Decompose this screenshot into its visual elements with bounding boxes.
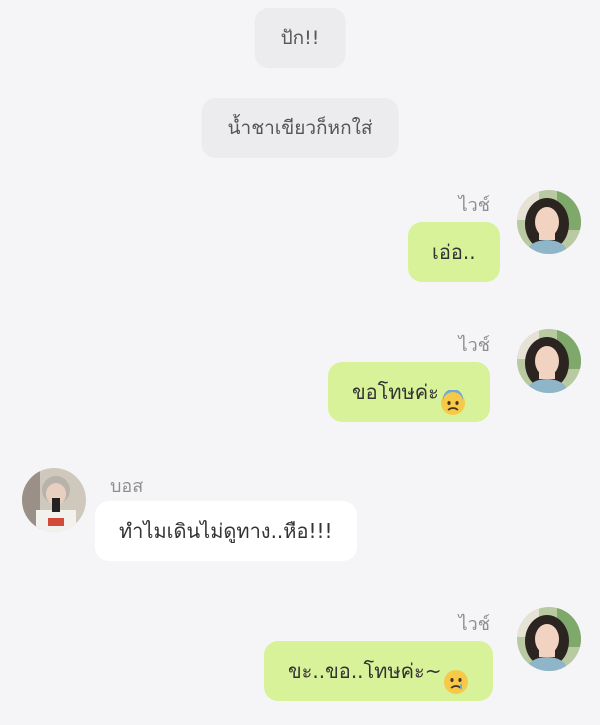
crying-face-icon bbox=[443, 658, 469, 694]
message-text: ทำไมเดินไม่ดูทาง..หือ!!! bbox=[119, 519, 333, 543]
avatar[interactable] bbox=[22, 468, 86, 532]
avatar[interactable] bbox=[517, 329, 581, 393]
sender-name: ไวช์ bbox=[458, 335, 490, 356]
narration-bubble: น้ำชาเขียวก็หกใส่ bbox=[201, 98, 399, 158]
sender-name: ไวช์ bbox=[458, 195, 490, 216]
message-bubble[interactable]: ทำไมเดินไม่ดูทาง..หือ!!! bbox=[95, 501, 357, 561]
sender-name: บอส bbox=[110, 476, 144, 497]
message-text: ขอโทษค่ะ bbox=[352, 380, 439, 404]
girl-avatar-icon bbox=[517, 190, 581, 254]
message-bubble[interactable]: ขอโทษค่ะ bbox=[328, 362, 490, 422]
narration-text: ปัก!! bbox=[280, 27, 320, 49]
chat-view: ปัก!! น้ำชาเขียวก็หกใส่ ไวช์ เอ่อ.. ไวช์ bbox=[0, 0, 600, 725]
anxious-face-icon bbox=[440, 379, 466, 415]
message-bubble[interactable]: เอ่อ.. bbox=[408, 222, 500, 282]
girl-avatar-icon bbox=[517, 329, 581, 393]
message-text: ขะ..ขอ..โทษค่ะ~ bbox=[288, 659, 442, 683]
avatar[interactable] bbox=[517, 607, 581, 671]
sender-name: ไวช์ bbox=[458, 614, 490, 635]
message-bubble[interactable]: ขะ..ขอ..โทษค่ะ~ bbox=[264, 641, 493, 701]
narration-text: น้ำชาเขียวก็หกใส่ bbox=[227, 117, 373, 139]
avatar[interactable] bbox=[517, 190, 581, 254]
boy-avatar-icon bbox=[22, 468, 86, 532]
girl-avatar-icon bbox=[517, 607, 581, 671]
narration-bubble: ปัก!! bbox=[254, 8, 346, 68]
message-text: เอ่อ.. bbox=[432, 240, 476, 264]
